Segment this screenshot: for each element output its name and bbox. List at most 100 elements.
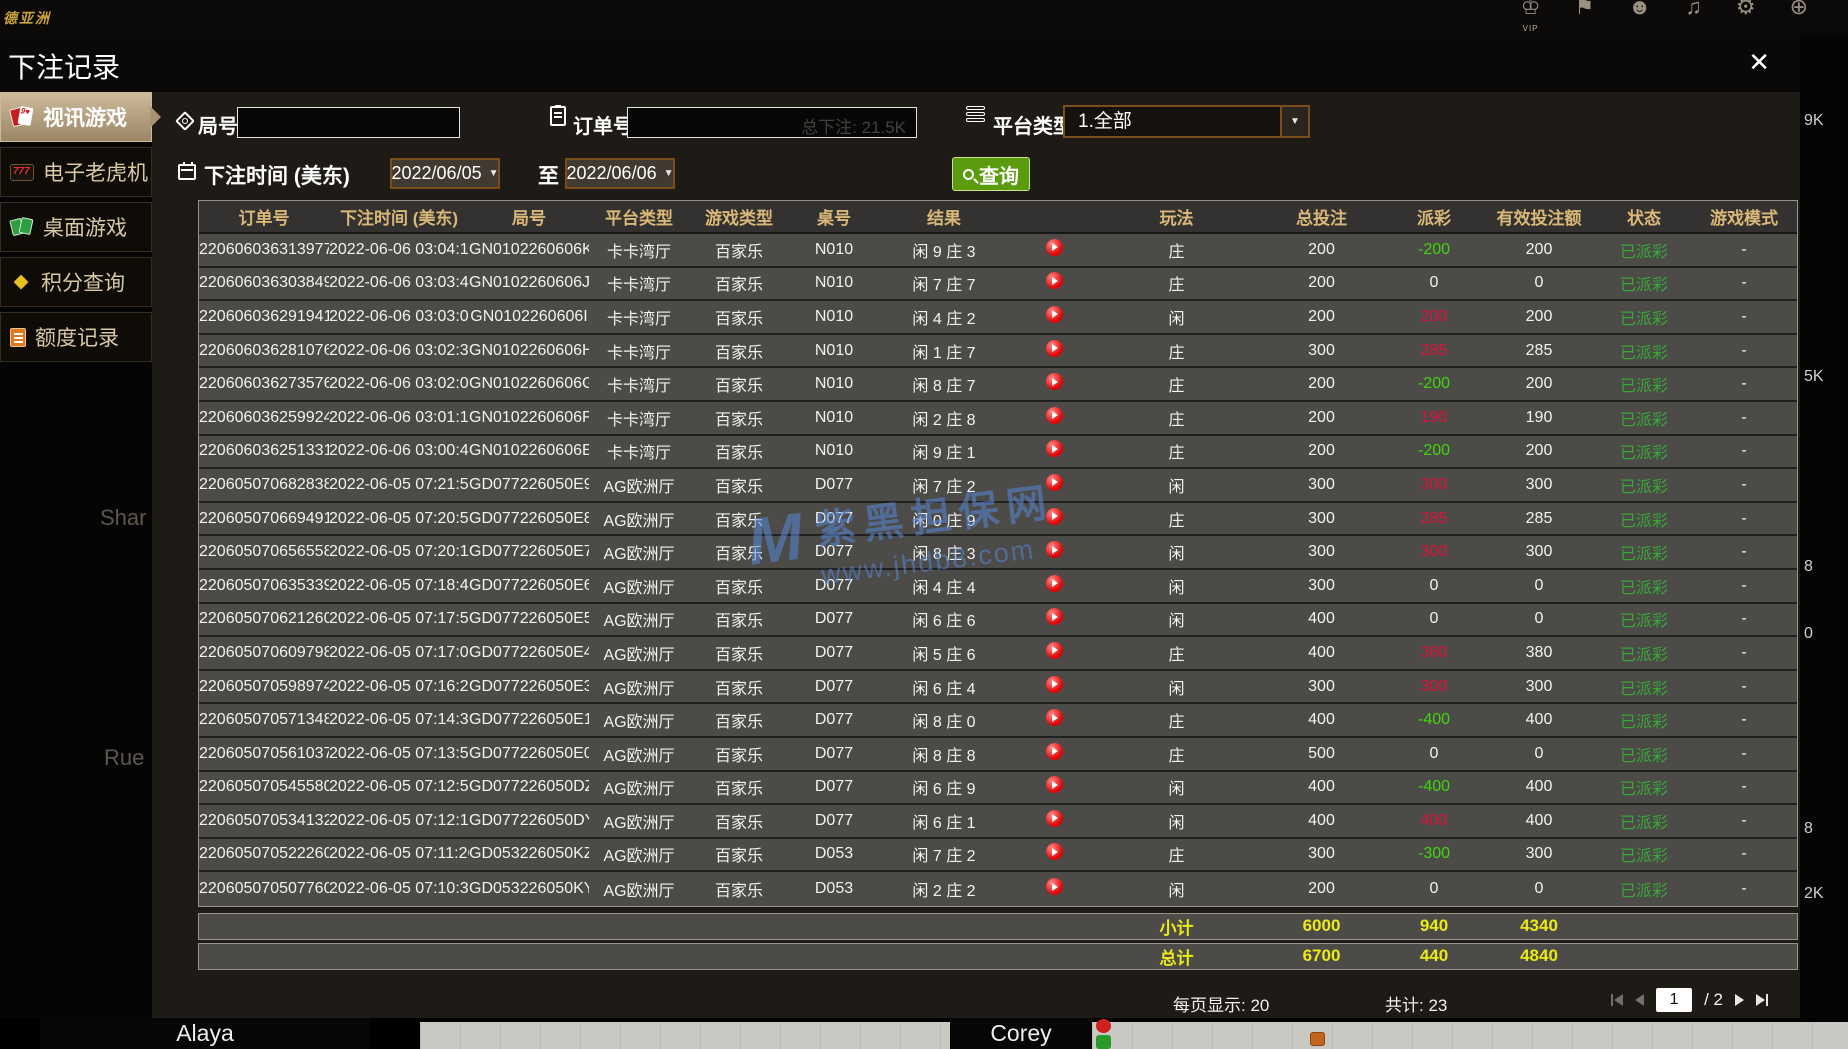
replay-play-icon[interactable] [1045, 339, 1063, 357]
cell-valid-bet: 200 [1525, 442, 1553, 460]
cell-total-bet: 300 [1308, 509, 1335, 527]
query-button[interactable]: 查询 [952, 157, 1030, 191]
cell-valid-bet: 400 [1525, 811, 1553, 829]
cell-valid-bet: 300 [1525, 677, 1553, 695]
cell-game-type: 百家乐 [714, 579, 763, 597]
cell-order-no: 220606036251331 [199, 442, 329, 460]
replay-play-icon[interactable] [1045, 742, 1063, 760]
cell-status: 已派彩 [1619, 848, 1668, 866]
table-row: 220606036273576 2022-06-06 03:02:01 GN01… [199, 368, 1797, 402]
table-row: 220605070635339 2022-06-05 07:18:46 GD07… [199, 569, 1797, 604]
cell-round-no: GD077226050E0 [469, 744, 589, 762]
table-row: 220605070571348 2022-06-05 07:14:34 GD07… [199, 704, 1797, 738]
sidebar-item-1[interactable]: 视讯游戏 [0, 92, 161, 142]
sidebar-item-5[interactable]: 额度记录 [0, 312, 152, 362]
lobby-table-panel [420, 1022, 950, 1049]
cell-bet-time: 2022-06-06 03:02:01 [329, 375, 469, 393]
subtotal-row: 小计 6000 940 4340 [198, 912, 1798, 940]
cell-table-no: N010 [814, 274, 854, 292]
cell-valid-bet: 400 [1525, 711, 1553, 729]
date-to-picker[interactable]: 2022/06/06 ▼ [565, 158, 675, 189]
cell-order-no: 220605070598974 [199, 677, 329, 695]
platform-type-value: 1.全部 [1078, 111, 1132, 132]
cell-platform: AG欧洲厅 [603, 512, 675, 530]
cell-playway: 闲 [1168, 310, 1185, 328]
cell-platform: 卡卡湾厅 [606, 310, 671, 328]
replay-play-icon[interactable] [1045, 373, 1063, 391]
cell-replay [1009, 238, 1099, 261]
replay-play-icon[interactable] [1045, 541, 1063, 559]
cell-result: 闲 7 庄 2 [912, 478, 976, 496]
replay-play-icon[interactable] [1045, 675, 1063, 693]
sidebar-item-2[interactable]: 电子老虎机 [0, 147, 152, 197]
table-row: 220605070507760 2022-06-05 07:10:32 GD05… [199, 872, 1797, 906]
cell-game-type: 百家乐 [714, 378, 763, 396]
cell-game-mode: - [1741, 576, 1747, 594]
replay-play-icon[interactable] [1045, 608, 1063, 626]
page-input[interactable]: 1 [1656, 987, 1693, 1012]
music-icon[interactable]: ♫ [1685, 0, 1702, 35]
next-page-icon[interactable] [1735, 993, 1744, 1006]
cell-playway: 闲 [1168, 546, 1185, 564]
cell-playway: 庄 [1168, 848, 1185, 866]
modal-title: 下注记录 [8, 52, 121, 83]
sidebar-item-4[interactable]: ◆ 积分查询 [0, 257, 152, 307]
replay-play-icon[interactable] [1045, 238, 1063, 256]
round-no-input[interactable] [237, 107, 460, 138]
table-row: 220605070545580 2022-06-05 07:12:57 GD07… [199, 771, 1797, 806]
cell-table-no: D077 [814, 711, 854, 729]
first-page-icon[interactable] [1611, 993, 1624, 1006]
lobby-badge-icon [1310, 1032, 1325, 1046]
cell-status: 已派彩 [1619, 883, 1668, 901]
bet-records-table: 订单号 下注时间 (美东) 局号 平台类型 游戏类型 桌号 结果 玩法 总投注 派彩 有效投注额 状态… [198, 200, 1798, 1015]
cell-round-no: GD077226050E8 [469, 509, 589, 527]
language-globe-icon[interactable]: ⊕ [1790, 0, 1808, 35]
replay-play-icon[interactable] [1045, 440, 1063, 458]
replay-play-icon[interactable] [1045, 776, 1063, 794]
cell-playway: 庄 [1168, 243, 1185, 261]
cell-result: 闲 4 庄 2 [912, 310, 976, 328]
table-row: 220605070598974 2022-06-05 07:16:22 GD07… [199, 670, 1797, 705]
cell-order-no: 220605070545580 [199, 778, 329, 796]
page-total-label: / 2 [1704, 989, 1723, 1009]
cell-order-no: 220605070635339 [199, 576, 329, 594]
replay-play-icon[interactable] [1045, 473, 1063, 491]
replay-play-icon[interactable] [1045, 809, 1063, 827]
cell-total-bet: 200 [1308, 442, 1335, 460]
cell-result: 闲 4 庄 4 [912, 579, 976, 597]
player-name: Alaya [176, 1020, 234, 1046]
column-header: 订单号 [238, 209, 290, 228]
last-page-icon[interactable] [1756, 993, 1768, 1006]
document-icon [10, 327, 26, 347]
replay-play-icon[interactable] [1045, 843, 1063, 861]
cell-table-no: N010 [814, 408, 854, 426]
cell-order-no: 220605070571348 [199, 711, 329, 729]
replay-play-icon[interactable] [1045, 507, 1063, 525]
page-background: Shar Rue 9K 5K 8 0 8 2K 德亚洲 ♔ VIP ⚑ ☻ ♫ ⚙ ⊕ Alaya C… [0, 0, 1848, 1049]
flag-icon[interactable]: ⚑ [1574, 0, 1594, 35]
cell-order-no: 220605070669491 [199, 509, 329, 527]
cell-game-type: 百家乐 [714, 781, 763, 799]
order-no-input[interactable]: 总下注: 21.5K [627, 107, 917, 138]
vip-icon[interactable]: ♔ VIP [1521, 0, 1541, 35]
cell-bet-time: 2022-06-05 07:20:11 [329, 543, 469, 561]
cell-bet-time: 2022-06-05 07:10:32 [329, 880, 469, 898]
close-icon[interactable]: ✕ [1748, 47, 1770, 78]
date-from-picker[interactable]: 2022/06/05 ▼ [390, 158, 500, 189]
cell-playway: 闲 [1168, 579, 1185, 597]
replay-play-icon[interactable] [1045, 305, 1063, 323]
replay-play-icon[interactable] [1045, 878, 1063, 896]
replay-play-icon[interactable] [1045, 641, 1063, 659]
cell-valid-bet: 400 [1525, 778, 1553, 796]
table-row: 220605070669491 2022-06-05 07:20:59 GD07… [199, 502, 1797, 537]
prev-page-icon[interactable] [1635, 993, 1645, 1006]
gear-icon[interactable]: ⚙ [1736, 0, 1756, 35]
replay-play-icon[interactable] [1045, 709, 1063, 727]
column-header: 结果 [927, 209, 961, 228]
replay-play-icon[interactable] [1045, 406, 1063, 424]
replay-play-icon[interactable] [1045, 272, 1063, 290]
replay-play-icon[interactable] [1045, 574, 1063, 592]
user-icon[interactable]: ☻ [1628, 0, 1651, 35]
sidebar-item-3[interactable]: 桌面游戏 [0, 202, 152, 252]
platform-type-select[interactable]: 1.全部 ▼ [1063, 105, 1310, 138]
